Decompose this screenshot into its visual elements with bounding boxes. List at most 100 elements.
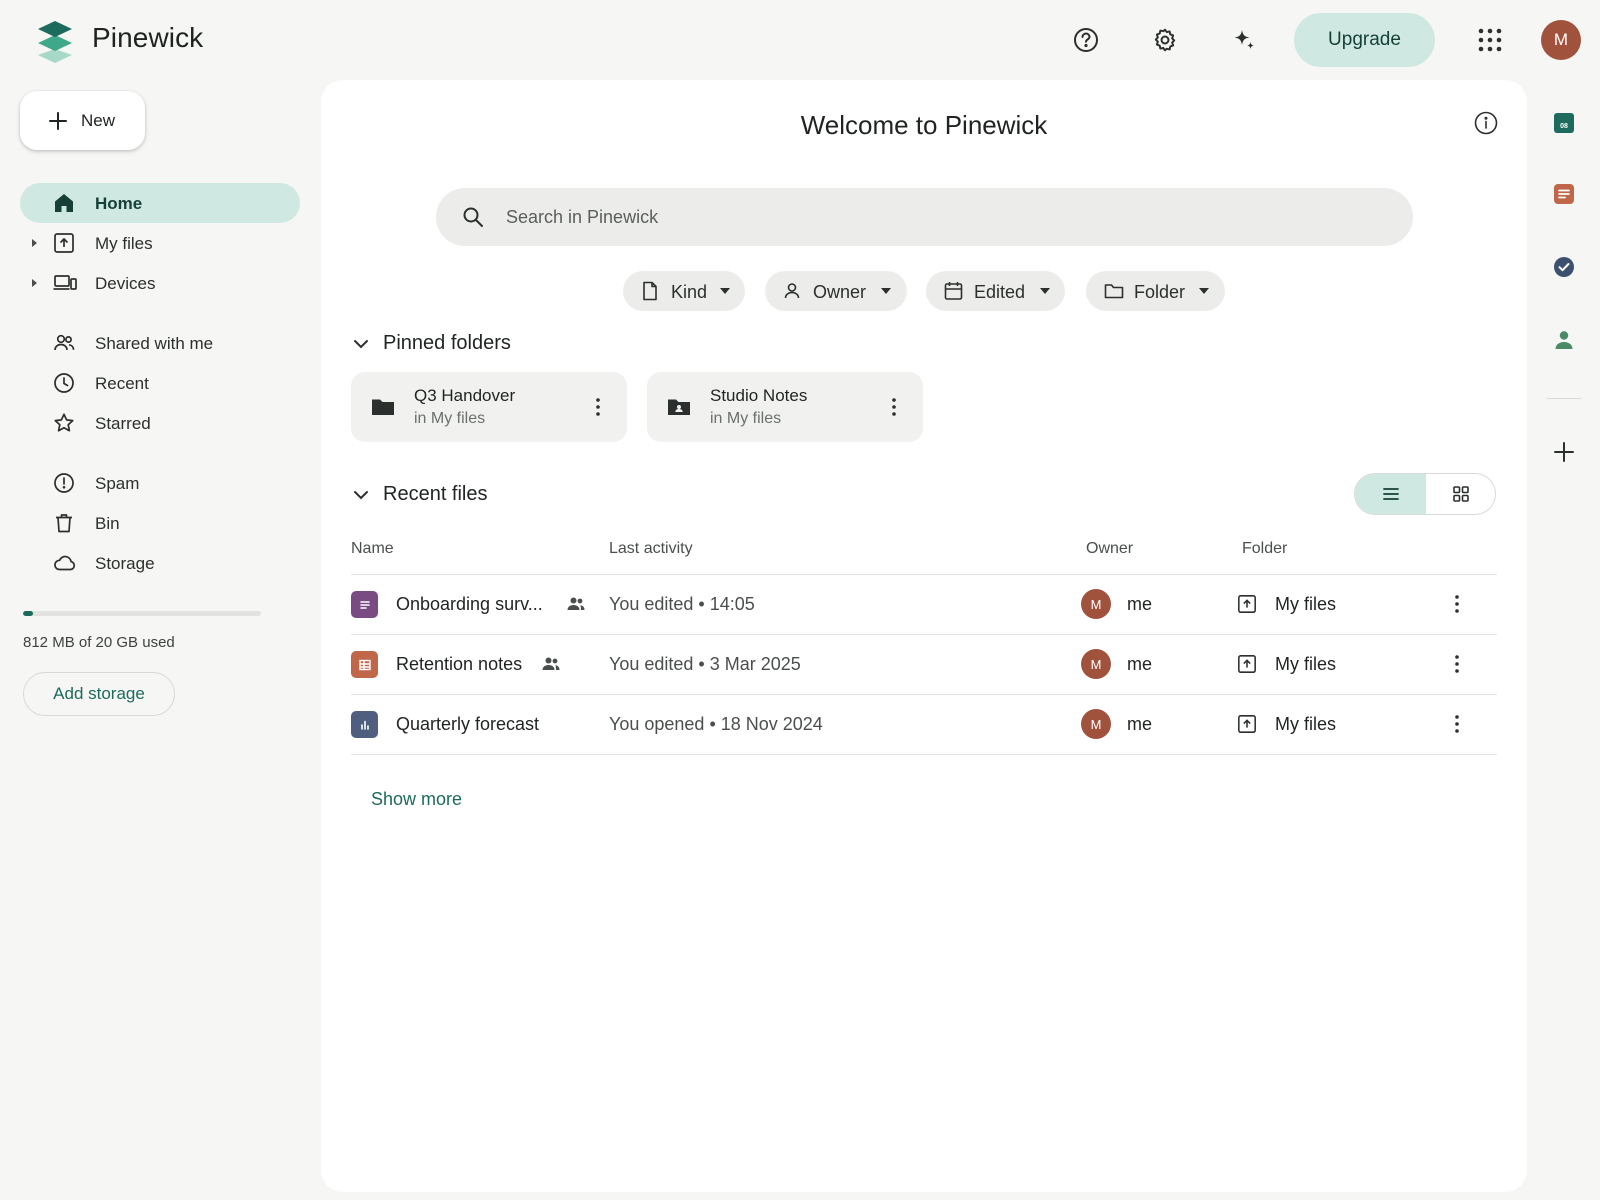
upload-box-icon (1237, 714, 1257, 734)
brand-name[interactable]: Pinewick (92, 22, 203, 54)
rail-divider (1547, 398, 1581, 399)
storage-usage-bar (23, 611, 261, 616)
file-name: Onboarding surv... (396, 594, 543, 614)
person-icon (783, 281, 801, 301)
column-header-activity[interactable]: Last activity (609, 540, 693, 558)
sidebar-item-label: Recent (95, 374, 149, 393)
sidebar-item-label: Home (95, 194, 143, 213)
gear-icon[interactable] (1145, 20, 1185, 60)
filter-chip-kind[interactable]: Kind (623, 271, 745, 311)
sidebar-item-recent[interactable]: Recent (20, 363, 300, 403)
cloud-icon (53, 552, 76, 574)
sidebar-item-my-files[interactable]: My files (20, 223, 300, 263)
file-icon (641, 281, 659, 301)
account-avatar[interactable]: M (1541, 20, 1581, 60)
column-header-name[interactable]: Name (351, 540, 394, 558)
filter-chip-label: Folder (1134, 282, 1186, 302)
sidebar-item-label: Devices (95, 274, 156, 293)
more-vert-icon[interactable] (585, 394, 611, 420)
sidebar-item-label: My files (95, 234, 153, 253)
more-vert-icon[interactable] (881, 394, 907, 420)
more-vert-icon[interactable] (1444, 591, 1470, 617)
sidebar-item-shared-with-me[interactable]: Shared with me (20, 323, 300, 363)
folder-name[interactable]: My files (1275, 654, 1336, 675)
clock-icon (53, 372, 75, 394)
last-activity: You edited • 14:05 (609, 594, 755, 614)
upgrade-button[interactable]: Upgrade (1294, 13, 1435, 67)
pinned-folder-studio-notes[interactable]: Studio Notes in My files (647, 372, 923, 442)
owner-avatar: M (1081, 649, 1111, 679)
sidebar-item-bin[interactable]: Bin (20, 503, 300, 543)
search-icon[interactable] (462, 206, 484, 228)
sidebar-item-devices[interactable]: Devices (20, 263, 300, 303)
folder-location: in My files (414, 410, 486, 427)
add-app-icon[interactable] (1547, 435, 1581, 469)
pinned-folder-q3-handover[interactable]: Q3 Handover in My files (351, 372, 627, 442)
chevron-down-icon (354, 490, 368, 499)
grid-view-button[interactable] (1426, 474, 1495, 514)
more-vert-icon[interactable] (1444, 711, 1470, 737)
folder-icon (371, 397, 395, 417)
info-icon[interactable] (1471, 108, 1501, 138)
trash-icon (53, 512, 75, 534)
list-view-button[interactable] (1355, 474, 1426, 514)
home-icon (53, 192, 75, 214)
upload-box-icon (1237, 594, 1257, 614)
chevron-down-icon (1199, 288, 1209, 294)
tasks-app-icon[interactable] (1547, 250, 1581, 284)
calendar-icon (944, 281, 963, 301)
filter-chip-edited[interactable]: Edited (926, 271, 1065, 311)
add-storage-button[interactable]: Add storage (23, 672, 175, 716)
sidebar-item-label: Starred (95, 414, 151, 433)
help-circle-icon[interactable] (1066, 20, 1106, 60)
list-icon (1382, 488, 1399, 500)
pinewick-logo-icon[interactable] (36, 21, 74, 63)
grid-icon (1453, 486, 1469, 502)
expand-caret-icon[interactable] (31, 278, 39, 288)
page-title: Welcome to Pinewick (800, 110, 1048, 140)
table-row[interactable]: Onboarding surv... You edited • 14:05 M … (351, 574, 1497, 634)
sidebar-item-storage[interactable]: Storage (20, 543, 300, 583)
calendar-day-number: 08 (1560, 123, 1568, 130)
filter-chip-label: Edited (974, 282, 1026, 302)
search-input[interactable] (506, 200, 1386, 234)
folder-name[interactable]: My files (1275, 594, 1336, 615)
plus-icon (49, 111, 67, 130)
section-title: Recent files (383, 483, 488, 505)
folder-location: in My files (710, 410, 782, 427)
recent-files-header[interactable]: Recent files (353, 483, 488, 506)
sidebar-item-home[interactable]: Home (20, 183, 300, 223)
table-divider (351, 754, 1497, 755)
show-more-link[interactable]: Show more (371, 789, 462, 810)
contacts-app-icon[interactable] (1547, 323, 1581, 357)
alert-icon (53, 472, 75, 494)
folder-name[interactable]: My files (1275, 714, 1336, 735)
pinned-folders-header[interactable]: Pinned folders (353, 332, 511, 355)
search-bar[interactable] (436, 188, 1413, 246)
shared-people-icon (542, 656, 560, 672)
sparkle-icon[interactable] (1224, 20, 1264, 60)
table-row[interactable]: Retention notes You edited • 3 Mar 2025 … (351, 634, 1497, 694)
sidebar-item-starred[interactable]: Starred (20, 403, 300, 443)
chevron-down-icon (354, 339, 368, 348)
people-icon (53, 332, 75, 354)
storage-usage-fill (23, 611, 33, 616)
column-header-owner[interactable]: Owner (1086, 540, 1133, 558)
filter-chip-label: Kind (671, 282, 708, 302)
upload-box-icon (1237, 654, 1257, 674)
apps-grid-icon[interactable] (1470, 20, 1510, 60)
owner-name: me (1127, 594, 1153, 614)
column-header-folder[interactable]: Folder (1242, 540, 1287, 558)
calendar-app-icon[interactable]: 08 (1547, 106, 1581, 140)
expand-caret-icon[interactable] (31, 238, 39, 248)
last-activity: You edited • 3 Mar 2025 (609, 654, 801, 674)
sidebar-item-spam[interactable]: Spam (20, 463, 300, 503)
filter-chip-owner[interactable]: Owner (765, 271, 907, 311)
filter-chip-folder[interactable]: Folder (1086, 271, 1225, 311)
sheet-file-icon (351, 651, 378, 678)
new-button[interactable]: New (20, 91, 145, 150)
view-toggle (1354, 473, 1496, 515)
table-row[interactable]: Quarterly forecast You opened • 18 Nov 2… (351, 694, 1497, 754)
notes-app-icon[interactable] (1547, 177, 1581, 211)
more-vert-icon[interactable] (1444, 651, 1470, 677)
